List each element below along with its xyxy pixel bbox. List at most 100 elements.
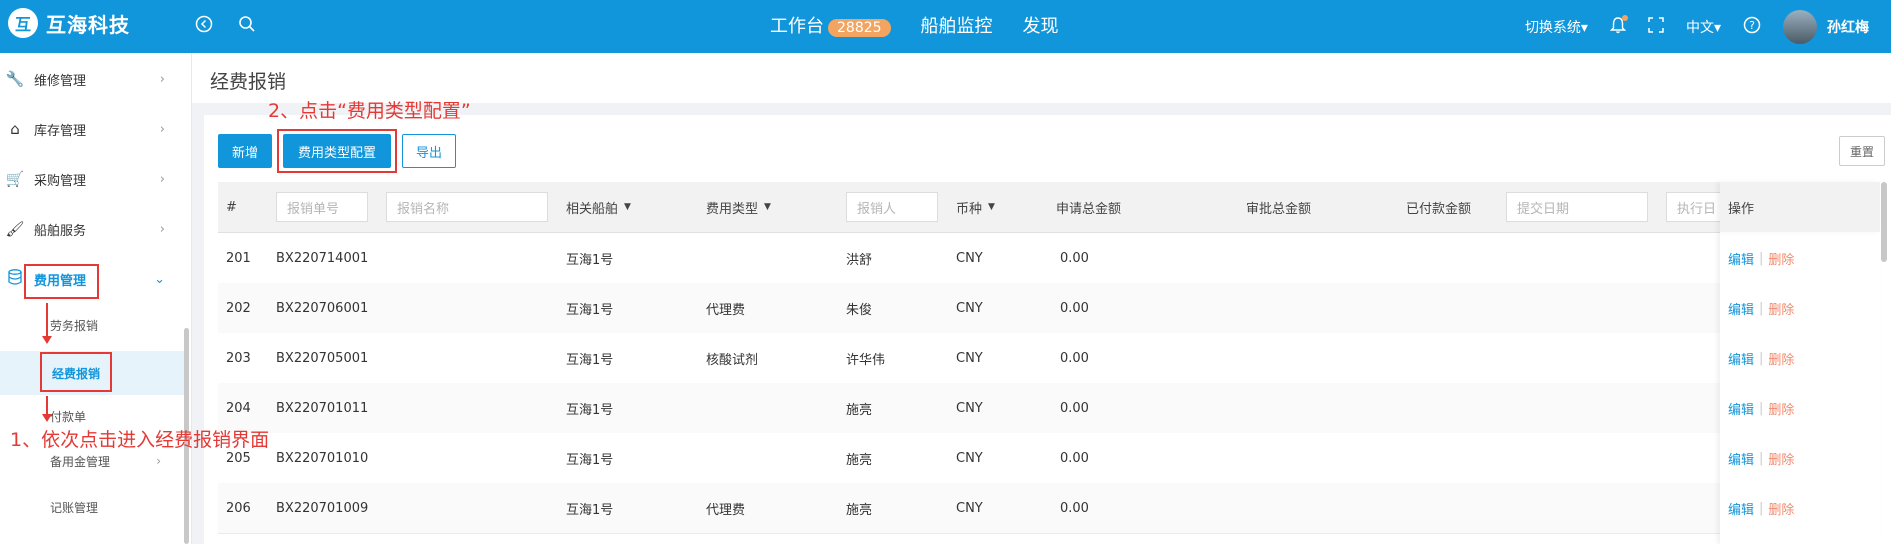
col-fee-type[interactable]: 费用类型 ▼ [706, 182, 771, 232]
sidebar-subitem-label: 记账管理 [50, 500, 99, 515]
exec-date-filter[interactable]: 执行日 [1666, 192, 1722, 222]
cell-index: 201 [226, 250, 251, 266]
svg-text:?: ? [1749, 19, 1755, 32]
delete-link[interactable]: 删除 [1768, 399, 1794, 418]
sidebar-subitem-labor[interactable]: 劳务报销 [0, 307, 185, 343]
highlight-fee-type-config [277, 129, 397, 173]
annotation-arrow [46, 396, 48, 416]
export-button[interactable]: 导出 [402, 134, 456, 168]
chevron-right-icon: › [159, 71, 165, 87]
language-dropdown[interactable]: 中文▾ [1686, 17, 1721, 37]
fullscreen-icon[interactable] [1648, 16, 1664, 37]
submit-date-filter[interactable]: 提交日期 [1506, 192, 1648, 222]
cell-currency: CNY [956, 500, 983, 516]
table-row[interactable]: 205 BX220701010 互海1号 施亮 CNY 0.00 [218, 433, 1880, 484]
edit-link[interactable]: 编辑 [1728, 299, 1754, 318]
search-icon[interactable] [235, 12, 259, 36]
edit-link[interactable]: 编辑 [1728, 349, 1754, 368]
add-button[interactable]: 新增 [218, 134, 272, 168]
logo-mark-icon: 互 [8, 8, 38, 38]
delete-link[interactable]: 删除 [1768, 449, 1794, 468]
cart-icon: 🛒 [5, 170, 25, 188]
help-icon[interactable]: ? [1743, 16, 1761, 38]
row-actions: 编辑 | 删除 [1728, 233, 1794, 283]
nav-workbench-label: 工作台 [770, 16, 824, 37]
caret-down-icon: ▼ [764, 202, 771, 212]
cell-applied: 0.00 [1060, 350, 1089, 366]
cell-applied: 0.00 [1060, 400, 1089, 416]
cell-applied: 0.00 [1060, 450, 1089, 466]
sidebar-item-ship-service[interactable]: 🖌 船舶服务 › [0, 211, 175, 247]
sidebar-item-purchase[interactable]: 🛒 采购管理 › [0, 161, 175, 197]
nav-discover[interactable]: 发现 [1023, 12, 1059, 38]
sidebar-item-inventory[interactable]: ⌂ 库存管理 › [0, 111, 175, 147]
top-right-tools: 切换系统▾ 中文▾ ? 孙红梅 [1525, 0, 1891, 53]
nav-workbench[interactable]: 工作台 28825 [770, 12, 891, 38]
sidebar-subitem-label: 劳务报销 [50, 318, 99, 333]
delete-link[interactable]: 删除 [1768, 299, 1794, 318]
cell-claimant: 施亮 [846, 502, 873, 518]
edit-link[interactable]: 编辑 [1728, 499, 1754, 518]
app-logo[interactable]: 互 互海科技 [8, 8, 130, 38]
col-applied-total: 申请总金额 [1056, 201, 1122, 217]
col-fee-type-label: 费用类型 [706, 201, 759, 217]
chevron-right-icon: › [156, 454, 161, 468]
sidebar-item-maintenance[interactable]: 🔧 维修管理 › [0, 61, 175, 97]
cell-ship: 互海1号 [566, 452, 614, 468]
table-row[interactable]: 201 BX220714001 互海1号 洪舒 CNY 0.00 [218, 233, 1880, 284]
annotation-step2: 2、点击“费用类型配置” [268, 100, 471, 122]
cell-ship: 互海1号 [566, 502, 614, 518]
edit-link[interactable]: 编辑 [1728, 449, 1754, 468]
cell-currency: CNY [956, 450, 983, 466]
cell-bill-no: BX220714001 [276, 250, 369, 266]
top-nav: 工作台 28825 船舶监控 发现 [770, 12, 1089, 38]
divider: | [1759, 250, 1764, 266]
user-menu[interactable]: 孙红梅 [1783, 9, 1869, 44]
table-row[interactable]: 206 BX220701009 互海1号 代理费 施亮 CNY 0.00 [218, 483, 1880, 534]
sidebar-subitem-bookkeeping[interactable]: 记账管理 [0, 489, 185, 525]
user-name: 孙红梅 [1827, 19, 1869, 36]
table-scrollbar[interactable] [1881, 182, 1887, 262]
edit-link[interactable]: 编辑 [1728, 249, 1754, 268]
edit-link[interactable]: 编辑 [1728, 399, 1754, 418]
col-ship[interactable]: 相关船舶 ▼ [566, 182, 631, 232]
cell-claimant: 洪舒 [846, 252, 873, 268]
back-icon[interactable] [192, 12, 216, 36]
delete-link[interactable]: 删除 [1768, 499, 1794, 518]
app-name: 互海科技 [46, 12, 130, 37]
avatar [1783, 9, 1817, 44]
col-paid-amount: 已付款金额 [1406, 201, 1472, 217]
cell-fee-type: 核酸试剂 [706, 352, 759, 368]
cell-applied: 0.00 [1060, 300, 1089, 316]
col-actions: 操作 [1720, 182, 1880, 232]
delete-link[interactable]: 删除 [1768, 349, 1794, 368]
cell-index: 203 [226, 350, 251, 366]
bill-no-filter[interactable]: 报销单号 [276, 192, 368, 222]
top-bar: 互 互海科技 工作台 28825 船舶监控 发现 切换系统▾ 中文▾ ? 孙红梅 [0, 0, 1891, 53]
col-currency-label: 币种 [956, 201, 983, 217]
table-row[interactable]: 204 BX220701011 互海1号 施亮 CNY 0.00 [218, 383, 1880, 434]
cell-ship: 互海1号 [566, 252, 614, 268]
delete-link[interactable]: 删除 [1768, 249, 1794, 268]
cell-ship: 互海1号 [566, 352, 614, 368]
table-row[interactable]: 202 BX220706001 互海1号 代理费 朱俊 CNY 0.00 [218, 283, 1880, 334]
nav-ship-monitor[interactable]: 船舶监控 [921, 12, 993, 38]
highlight-expense-menu [24, 264, 99, 299]
bell-icon[interactable] [1609, 14, 1628, 38]
claimant-filter[interactable]: 报销人 [846, 192, 938, 222]
cell-bill-no: BX220701010 [276, 450, 369, 466]
wrench-icon: 🔧 [5, 70, 25, 88]
table-header: # 报销单号 报销名称 相关船舶 ▼ 费用类型 ▼ 报销人 币种 ▼ 申请总金额 审批… [218, 182, 1880, 233]
table-row[interactable]: 203 BX220705001 互海1号 核酸试剂 许华伟 CNY 0.00 [218, 333, 1880, 384]
cell-claimant: 施亮 [846, 402, 873, 418]
cell-currency: CNY [956, 250, 983, 266]
bill-name-filter[interactable]: 报销名称 [386, 192, 548, 222]
col-currency[interactable]: 币种 ▼ [956, 182, 995, 232]
col-index: # [226, 199, 237, 215]
reset-button[interactable]: 重置 [1839, 136, 1885, 166]
switch-system-dropdown[interactable]: 切换系统▾ [1525, 17, 1588, 37]
sidebar-item-label: 采购管理 [34, 173, 87, 189]
sidebar-item-label: 库存管理 [34, 123, 87, 139]
caret-down-icon: ▼ [624, 202, 631, 212]
highlight-funds-submenu [40, 352, 112, 392]
